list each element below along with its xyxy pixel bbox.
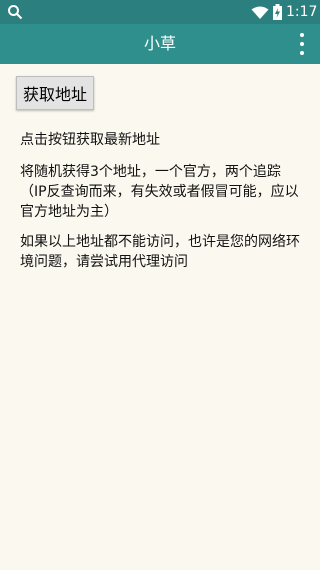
wifi-icon	[251, 5, 269, 19]
more-vert-icon[interactable]	[298, 33, 306, 55]
clock: 1:17	[286, 4, 318, 20]
address-info-text: 将随机获得3个地址，一个官方，两个追踪（IP反查询而来，有失效或者假冒可能，应以…	[20, 164, 299, 220]
app-bar: 小草	[0, 24, 320, 64]
get-address-button[interactable]: 获取地址	[16, 76, 94, 110]
battery-charging-icon	[273, 4, 282, 20]
main-content: 获取地址 点击按钮获取最新地址 将随机获得3个地址，一个官方，两个追踪（IP反查…	[0, 64, 320, 570]
status-bar: 1:17	[0, 0, 320, 24]
network-hint-text: 如果以上地址都不能访问，也许是您的网络环境问题，请尝试用代理访问	[20, 234, 300, 270]
search-icon[interactable]	[7, 4, 23, 20]
instruction-text: 点击按钮获取最新地址	[20, 132, 160, 148]
app-title: 小草	[143, 34, 176, 53]
